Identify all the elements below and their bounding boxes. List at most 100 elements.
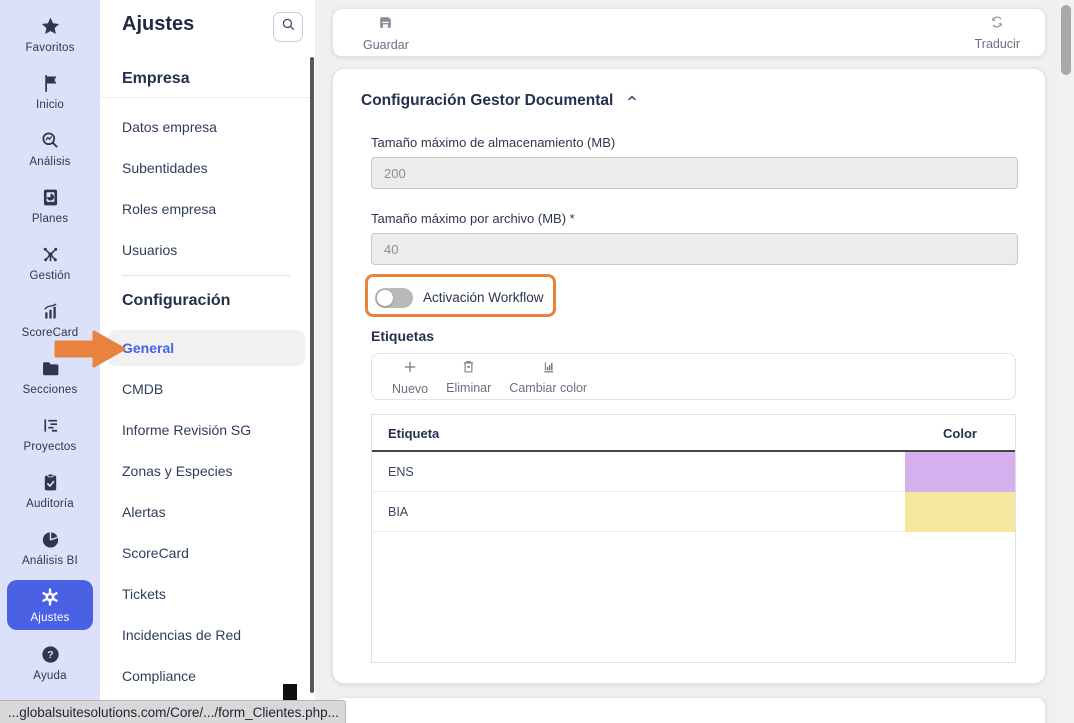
- divider: [122, 275, 290, 276]
- save-icon: [377, 14, 394, 36]
- search-button[interactable]: [273, 12, 303, 42]
- change-color-button[interactable]: Cambiar color: [509, 358, 587, 395]
- pie-chart-icon: [39, 529, 61, 551]
- panel-title[interactable]: Configuración Gestor Documental: [361, 91, 639, 110]
- question-icon: ?: [39, 644, 61, 666]
- etiquetas-toolbar: Nuevo Eliminar Cambiar color: [371, 353, 1016, 400]
- gear-icon: [39, 586, 61, 608]
- panel-title-text: Configuración Gestor Documental: [361, 92, 613, 110]
- nav-label: Ayuda: [33, 670, 66, 682]
- nav-label: Proyectos: [24, 441, 77, 453]
- action-toolbar: Guardar Traducir: [332, 8, 1046, 57]
- nav-item-planes[interactable]: Planes: [0, 177, 100, 234]
- search-chart-icon: [39, 130, 61, 152]
- svg-text:?: ?: [47, 649, 53, 661]
- nav-item-gestion[interactable]: Gestión: [0, 234, 100, 291]
- nav-label: Análisis BI: [22, 555, 78, 567]
- delete-label: Eliminar: [446, 381, 491, 395]
- new-button[interactable]: Nuevo: [392, 358, 428, 396]
- nav-item-ayuda[interactable]: ? Ayuda: [0, 634, 100, 691]
- etiqueta-name: BIA: [388, 505, 408, 519]
- link-status-bar: ...globalsuitesolutions.com/Core/.../for…: [0, 700, 346, 723]
- settings-item-scorecard[interactable]: ScoreCard: [122, 545, 189, 561]
- annotation-arrow: [50, 328, 130, 370]
- settings-item-tickets[interactable]: Tickets: [122, 586, 166, 602]
- settings-sidebar: Ajustes Empresa Datos empresa Subentidad…: [100, 0, 315, 723]
- nav-item-analisis[interactable]: Análisis: [0, 120, 100, 177]
- max-storage-input[interactable]: [371, 157, 1018, 189]
- settings-item-roles-empresa[interactable]: Roles empresa: [122, 201, 216, 217]
- divider: [100, 97, 310, 98]
- nav-item-proyectos[interactable]: Proyectos: [0, 405, 100, 462]
- chart-bars-icon: [540, 358, 557, 380]
- delete-button[interactable]: Eliminar: [446, 358, 491, 395]
- settings-item-general[interactable]: General: [108, 330, 305, 366]
- settings-item-compliance[interactable]: Compliance: [122, 668, 196, 684]
- status-url: ...globalsuitesolutions.com/Core/.../for…: [8, 705, 339, 720]
- nav-label: Secciones: [23, 384, 78, 396]
- table-row[interactable]: ENS: [372, 452, 1015, 492]
- section-header-configuracion: Configuración: [122, 292, 230, 310]
- nav-item-favoritos[interactable]: Favoritos: [0, 6, 100, 63]
- app-window: Favoritos Inicio Análisis Planes Gestión…: [0, 0, 1074, 723]
- nav-label: Análisis: [29, 156, 70, 168]
- max-storage-label: Tamaño máximo de almacenamiento (MB): [371, 135, 615, 150]
- nav-item-ajustes[interactable]: Ajustes: [7, 580, 93, 630]
- max-file-size-input[interactable]: [371, 233, 1018, 265]
- settings-item-cmdb[interactable]: CMDB: [122, 381, 163, 397]
- nav-label: Planes: [32, 213, 68, 225]
- trash-icon: [460, 358, 477, 380]
- next-panel-partial: [332, 697, 1046, 723]
- plus-icon: [401, 358, 419, 381]
- settings-item-zonas-y-especies[interactable]: Zonas y Especies: [122, 463, 233, 479]
- annotation-highlight-box: [365, 274, 556, 317]
- table-header: Etiqueta Color: [372, 415, 1015, 452]
- nav-label: Auditoría: [26, 498, 74, 510]
- settings-item-usuarios[interactable]: Usuarios: [122, 242, 177, 258]
- bar-chart-icon: [39, 301, 61, 323]
- nav-item-analisis-bi[interactable]: Análisis BI: [0, 519, 100, 576]
- section-header-empresa: Empresa: [122, 70, 190, 88]
- chevron-up-icon: [625, 91, 639, 110]
- search-icon: [280, 16, 297, 38]
- translate-label: Traducir: [975, 37, 1020, 51]
- settings-item-subentidades[interactable]: Subentidades: [122, 160, 208, 176]
- etiqueta-name: ENS: [388, 465, 414, 479]
- nav-label: Ajustes: [30, 612, 69, 624]
- nav-item-auditoria[interactable]: Auditoría: [0, 462, 100, 519]
- config-panel: Configuración Gestor Documental Tamaño m…: [332, 68, 1046, 684]
- nav-label: Favoritos: [25, 42, 74, 54]
- refresh-icon: [989, 14, 1005, 35]
- mouse-cursor: [283, 684, 297, 700]
- settings-item-informe-revision-sg[interactable]: Informe Revisión SG: [122, 422, 251, 438]
- main-content: Guardar Traducir Configuración Gestor Do…: [315, 0, 1074, 723]
- save-label: Guardar: [363, 38, 409, 52]
- flag-icon: [39, 73, 61, 95]
- change-color-label: Cambiar color: [509, 381, 587, 395]
- translate-button[interactable]: Traducir: [975, 14, 1020, 51]
- sidebar-scrollbar[interactable]: [310, 57, 314, 693]
- table-row[interactable]: BIA: [372, 492, 1015, 532]
- settings-item-datos-empresa[interactable]: Datos empresa: [122, 119, 217, 135]
- etiquetas-heading: Etiquetas: [371, 328, 434, 344]
- column-header-etiqueta: Etiqueta: [388, 426, 439, 441]
- save-button[interactable]: Guardar: [363, 14, 409, 52]
- star-icon: [39, 16, 61, 38]
- page-scrollbar[interactable]: [1058, 0, 1074, 723]
- color-swatch[interactable]: [905, 492, 1015, 532]
- etiquetas-table: Etiqueta Color ENS BIA: [371, 414, 1016, 663]
- nav-label: Gestión: [29, 270, 70, 282]
- clipboard-check-icon: [39, 472, 61, 494]
- scrollbar-thumb[interactable]: [1061, 5, 1071, 75]
- color-swatch[interactable]: [905, 452, 1015, 492]
- new-label: Nuevo: [392, 382, 428, 396]
- task-list-icon: [39, 415, 61, 437]
- settings-item-incidencias-de-red[interactable]: Incidencias de Red: [122, 627, 241, 643]
- nav-label: Inicio: [36, 99, 64, 111]
- column-header-color: Color: [905, 426, 1015, 441]
- network-icon: [39, 244, 61, 266]
- book-icon: [39, 187, 61, 209]
- nav-item-inicio[interactable]: Inicio: [0, 63, 100, 120]
- settings-item-alertas[interactable]: Alertas: [122, 504, 166, 520]
- settings-title: Ajustes: [122, 13, 194, 36]
